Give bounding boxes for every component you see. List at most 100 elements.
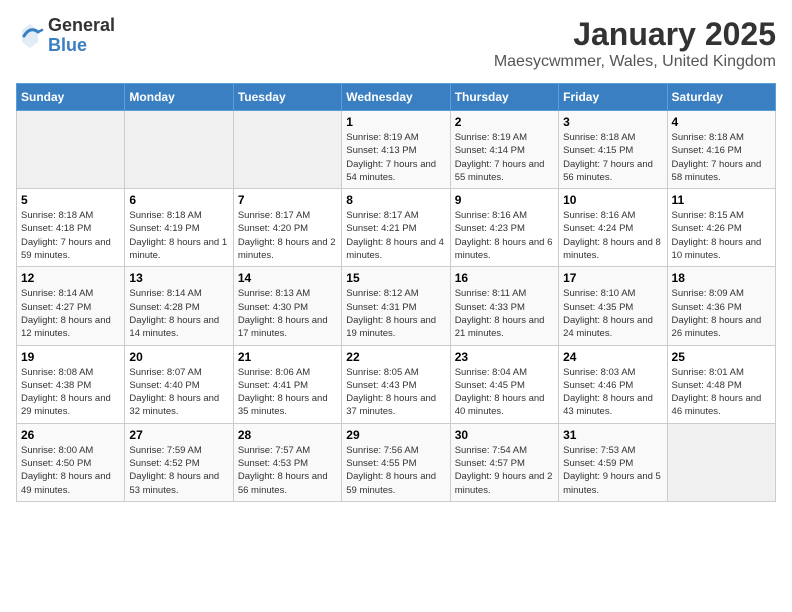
day-info: Sunrise: 8:16 AM Sunset: 4:24 PM Dayligh…	[563, 209, 662, 262]
logo: General Blue	[16, 16, 115, 56]
week-row-4: 19Sunrise: 8:08 AM Sunset: 4:38 PM Dayli…	[17, 345, 776, 423]
calendar-cell: 5 Sunrise: 8:18 AM Sunset: 4:18 PM Daylig…	[17, 189, 125, 267]
day-number: 19	[21, 350, 120, 364]
logo-text: General Blue	[48, 16, 115, 56]
calendar-cell: 14 Sunrise: 8:13 AM Sunset: 4:30 PM Dayli…	[233, 267, 341, 345]
day-number: 27	[129, 428, 228, 442]
day-info: Sunrise: 8:05 AM Sunset: 4:43 PM Dayligh…	[346, 366, 445, 419]
day-number: 9	[455, 193, 554, 207]
calendar-cell	[125, 111, 233, 189]
col-saturday: Saturday	[667, 84, 775, 111]
day-number: 11	[672, 193, 771, 207]
day-info: Sunrise: 8:15 AM Sunset: 4:26 PM Dayligh…	[672, 209, 771, 262]
day-number: 31	[563, 428, 662, 442]
calendar-cell: 4Sunrise: 8:18 AM Sunset: 4:16 PM Daylig…	[667, 111, 775, 189]
calendar-table: Sunday Monday Tuesday Wednesday Thursday…	[16, 83, 776, 502]
day-number: 22	[346, 350, 445, 364]
day-number: 15	[346, 271, 445, 285]
day-number: 10	[563, 193, 662, 207]
calendar-cell: 21 Sunrise: 8:06 AM Sunset: 4:41 PM Dayli…	[233, 345, 341, 423]
month-title: January 2025	[494, 16, 776, 53]
calendar-cell: 16Sunrise: 8:11 AM Sunset: 4:33 PM Dayli…	[450, 267, 558, 345]
calendar-cell	[17, 111, 125, 189]
calendar-cell: 18Sunrise: 8:09 AM Sunset: 4:36 PM Dayli…	[667, 267, 775, 345]
week-row-1: 1 Sunrise: 8:19 AM Sunset: 4:13 PM Daylig…	[17, 111, 776, 189]
day-info: Sunrise: 8:10 AM Sunset: 4:35 PM Dayligh…	[563, 287, 662, 340]
day-info: Sunrise: 8:13 AM Sunset: 4:30 PM Dayligh…	[238, 287, 337, 340]
day-info: Sunrise: 8:03 AM Sunset: 4:46 PM Dayligh…	[563, 366, 662, 419]
calendar-cell: 3Sunrise: 8:18 AM Sunset: 4:15 PM Daylig…	[559, 111, 667, 189]
day-number: 5	[21, 193, 120, 207]
logo-icon	[16, 22, 44, 50]
col-friday: Friday	[559, 84, 667, 111]
day-number: 2	[455, 115, 554, 129]
calendar-cell: 24 Sunrise: 8:03 AM Sunset: 4:46 PM Dayli…	[559, 345, 667, 423]
col-thursday: Thursday	[450, 84, 558, 111]
day-info: Sunrise: 7:59 AM Sunset: 4:52 PM Dayligh…	[129, 444, 228, 497]
col-tuesday: Tuesday	[233, 84, 341, 111]
week-row-2: 5 Sunrise: 8:18 AM Sunset: 4:18 PM Daylig…	[17, 189, 776, 267]
day-info: Sunrise: 8:17 AM Sunset: 4:21 PM Dayligh…	[346, 209, 445, 262]
day-info: Sunrise: 8:18 AM Sunset: 4:19 PM Dayligh…	[129, 209, 228, 262]
location-title: Maesycwmmer, Wales, United Kingdom	[494, 53, 776, 71]
day-info: Sunrise: 8:17 AM Sunset: 4:20 PM Dayligh…	[238, 209, 337, 262]
day-number: 13	[129, 271, 228, 285]
calendar-cell: 7 Sunrise: 8:17 AM Sunset: 4:20 PM Daylig…	[233, 189, 341, 267]
calendar-cell: 11 Sunrise: 8:15 AM Sunset: 4:26 PM Dayli…	[667, 189, 775, 267]
day-number: 14	[238, 271, 337, 285]
day-number: 7	[238, 193, 337, 207]
calendar-cell: 29Sunrise: 7:56 AM Sunset: 4:55 PM Dayli…	[342, 423, 450, 501]
day-number: 4	[672, 115, 771, 129]
day-info: Sunrise: 8:11 AM Sunset: 4:33 PM Dayligh…	[455, 287, 554, 340]
day-info: Sunrise: 8:18 AM Sunset: 4:18 PM Dayligh…	[21, 209, 120, 262]
calendar-cell: 20 Sunrise: 8:07 AM Sunset: 4:40 PM Dayli…	[125, 345, 233, 423]
day-number: 29	[346, 428, 445, 442]
day-number: 20	[129, 350, 228, 364]
calendar-cell: 30Sunrise: 7:54 AM Sunset: 4:57 PM Dayli…	[450, 423, 558, 501]
day-number: 3	[563, 115, 662, 129]
day-info: Sunrise: 7:57 AM Sunset: 4:53 PM Dayligh…	[238, 444, 337, 497]
day-info: Sunrise: 8:00 AM Sunset: 4:50 PM Dayligh…	[21, 444, 120, 497]
calendar-header: Sunday Monday Tuesday Wednesday Thursday…	[17, 84, 776, 111]
calendar-cell: 27 Sunrise: 7:59 AM Sunset: 4:52 PM Dayli…	[125, 423, 233, 501]
calendar-cell: 31 Sunrise: 7:53 AM Sunset: 4:59 PM Dayli…	[559, 423, 667, 501]
calendar-cell: 13 Sunrise: 8:14 AM Sunset: 4:28 PM Dayli…	[125, 267, 233, 345]
day-info: Sunrise: 8:14 AM Sunset: 4:28 PM Dayligh…	[129, 287, 228, 340]
calendar-cell: 8 Sunrise: 8:17 AM Sunset: 4:21 PM Daylig…	[342, 189, 450, 267]
day-info: Sunrise: 8:07 AM Sunset: 4:40 PM Dayligh…	[129, 366, 228, 419]
day-info: Sunrise: 8:06 AM Sunset: 4:41 PM Dayligh…	[238, 366, 337, 419]
calendar-cell	[233, 111, 341, 189]
day-number: 30	[455, 428, 554, 442]
day-info: Sunrise: 8:19 AM Sunset: 4:13 PM Dayligh…	[346, 131, 445, 184]
day-number: 17	[563, 271, 662, 285]
calendar-cell: 28 Sunrise: 7:57 AM Sunset: 4:53 PM Dayli…	[233, 423, 341, 501]
calendar-cell: 15 Sunrise: 8:12 AM Sunset: 4:31 PM Dayli…	[342, 267, 450, 345]
day-info: Sunrise: 8:09 AM Sunset: 4:36 PM Dayligh…	[672, 287, 771, 340]
day-number: 1	[346, 115, 445, 129]
calendar-cell: 2Sunrise: 8:19 AM Sunset: 4:14 PM Daylig…	[450, 111, 558, 189]
day-number: 24	[563, 350, 662, 364]
calendar-cell: 23Sunrise: 8:04 AM Sunset: 4:45 PM Dayli…	[450, 345, 558, 423]
calendar-cell: 22 Sunrise: 8:05 AM Sunset: 4:43 PM Dayli…	[342, 345, 450, 423]
day-info: Sunrise: 8:14 AM Sunset: 4:27 PM Dayligh…	[21, 287, 120, 340]
day-number: 21	[238, 350, 337, 364]
day-number: 6	[129, 193, 228, 207]
day-info: Sunrise: 8:12 AM Sunset: 4:31 PM Dayligh…	[346, 287, 445, 340]
col-sunday: Sunday	[17, 84, 125, 111]
calendar-cell: 25Sunrise: 8:01 AM Sunset: 4:48 PM Dayli…	[667, 345, 775, 423]
day-number: 28	[238, 428, 337, 442]
header-row: Sunday Monday Tuesday Wednesday Thursday…	[17, 84, 776, 111]
calendar-title-area: January 2025 Maesycwmmer, Wales, United …	[494, 16, 776, 71]
day-info: Sunrise: 7:53 AM Sunset: 4:59 PM Dayligh…	[563, 444, 662, 497]
day-number: 8	[346, 193, 445, 207]
calendar-cell	[667, 423, 775, 501]
week-row-5: 26 Sunrise: 8:00 AM Sunset: 4:50 PM Dayli…	[17, 423, 776, 501]
calendar-cell: 9 Sunrise: 8:16 AM Sunset: 4:23 PM Daylig…	[450, 189, 558, 267]
day-number: 26	[21, 428, 120, 442]
day-info: Sunrise: 8:16 AM Sunset: 4:23 PM Dayligh…	[455, 209, 554, 262]
calendar-body: 1 Sunrise: 8:19 AM Sunset: 4:13 PM Daylig…	[17, 111, 776, 502]
week-row-3: 12Sunrise: 8:14 AM Sunset: 4:27 PM Dayli…	[17, 267, 776, 345]
logo-general: General	[48, 15, 115, 35]
calendar-cell: 26 Sunrise: 8:00 AM Sunset: 4:50 PM Dayli…	[17, 423, 125, 501]
col-wednesday: Wednesday	[342, 84, 450, 111]
